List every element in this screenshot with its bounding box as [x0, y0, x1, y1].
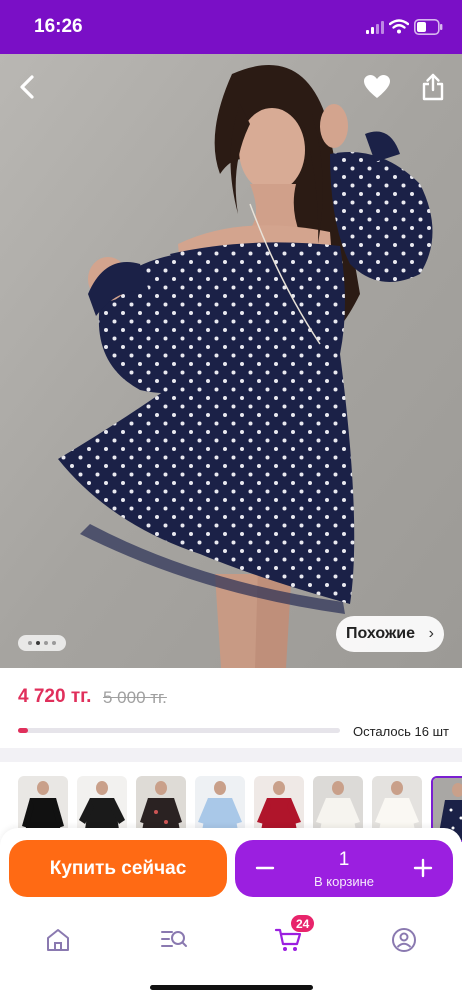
price-current: 4 720 тг.: [18, 686, 92, 707]
cart-badge: 24: [290, 914, 316, 933]
back-button[interactable]: [8, 67, 48, 107]
product-image: [0, 54, 462, 668]
pager-dot: [44, 641, 48, 645]
stock-remaining: Осталось 16 шт: [353, 724, 449, 739]
product-photo[interactable]: Похожие ›: [0, 54, 462, 668]
section-divider: [0, 748, 462, 762]
tab-profile[interactable]: [382, 918, 426, 962]
similar-button[interactable]: Похожие ›: [336, 616, 444, 652]
stock-progress-bar: [18, 728, 340, 733]
buy-now-button[interactable]: Купить сейчас: [9, 840, 227, 897]
purchase-bar: Купить сейчас 1 В корзине: [0, 828, 462, 908]
increase-quantity-button[interactable]: [403, 848, 443, 888]
tab-home[interactable]: [36, 918, 80, 962]
pager-dot: [28, 641, 32, 645]
back-arrow-icon: [20, 75, 34, 99]
buy-now-label: Купить сейчас: [49, 857, 187, 879]
stock-progress-fill: [18, 728, 28, 733]
share-button[interactable]: [413, 67, 453, 107]
tab-cart[interactable]: 24: [266, 914, 316, 962]
chevron-right-icon: ›: [428, 625, 434, 642]
cart-quantity-stepper: 1 В корзине: [235, 840, 453, 897]
battery-icon: [414, 19, 443, 35]
similar-label: Похожие: [346, 625, 416, 642]
home-icon: [47, 929, 69, 951]
heart-icon: [364, 75, 390, 98]
catalog-search-icon: [161, 931, 187, 947]
favorite-button[interactable]: [357, 67, 397, 107]
pager-dot-active: [36, 641, 40, 645]
price-card: 4 720 тг. 5 000 тг. Осталось 16 шт: [0, 668, 462, 748]
bottom-tab-bar: 24: [0, 908, 462, 999]
profile-icon: [392, 928, 416, 952]
plus-icon: [413, 858, 433, 878]
gallery-pager: [18, 635, 66, 651]
pager-dot: [52, 641, 56, 645]
share-icon: [422, 73, 444, 101]
tab-catalog[interactable]: [152, 918, 196, 962]
signal-icon: [366, 21, 384, 34]
price-old: 5 000 тг.: [103, 688, 167, 707]
status-bar: 16:26: [0, 0, 462, 54]
wifi-icon: [389, 19, 409, 34]
home-indicator: [150, 985, 313, 990]
status-time: 16:26: [34, 16, 83, 37]
